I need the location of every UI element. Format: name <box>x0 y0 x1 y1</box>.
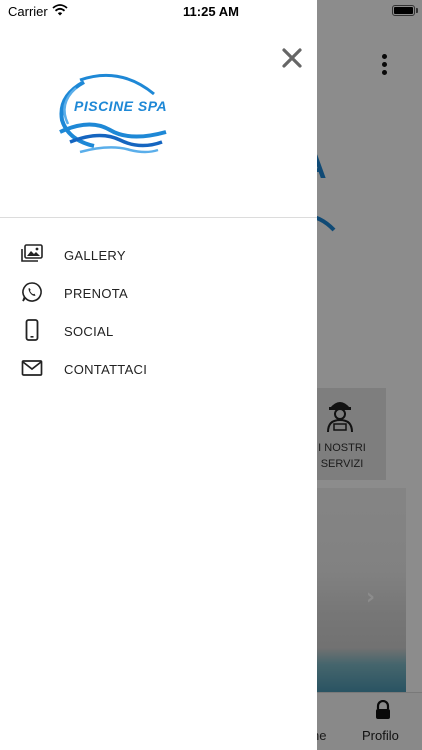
close-icon[interactable] <box>280 46 304 70</box>
menu-item-gallery[interactable]: GALLERY <box>0 236 317 274</box>
battery-icon <box>392 5 415 16</box>
menu-item-label: PRENOTA <box>64 286 128 301</box>
menu-item-label: SOCIAL <box>64 324 114 339</box>
status-time: 11:25 AM <box>183 4 239 19</box>
menu-item-prenota[interactable]: PRENOTA <box>0 274 317 312</box>
status-bar: Carrier 11:25 AM <box>0 0 422 24</box>
menu-item-label: GALLERY <box>64 248 126 263</box>
menu-item-social[interactable]: SOCIAL <box>0 312 317 350</box>
side-drawer: PISCINE SPA GALLERY PRENOTA SOCIAL CONTA… <box>0 0 317 750</box>
menu-item-label: CONTATTACI <box>64 362 148 377</box>
menu-item-contattaci[interactable]: CONTATTACI <box>0 350 317 388</box>
drawer-divider <box>0 217 317 218</box>
drawer-menu: GALLERY PRENOTA SOCIAL CONTATTACI <box>0 236 317 388</box>
whatsapp-icon <box>22 282 42 302</box>
battery-tip <box>416 8 418 13</box>
smartphone-icon <box>25 319 39 341</box>
gallery-icon <box>21 244 43 262</box>
envelope-icon <box>21 360 43 376</box>
piscine-spa-logo <box>59 73 167 154</box>
logo-text: PISCINE SPA <box>74 98 168 114</box>
battery-level <box>394 7 413 14</box>
